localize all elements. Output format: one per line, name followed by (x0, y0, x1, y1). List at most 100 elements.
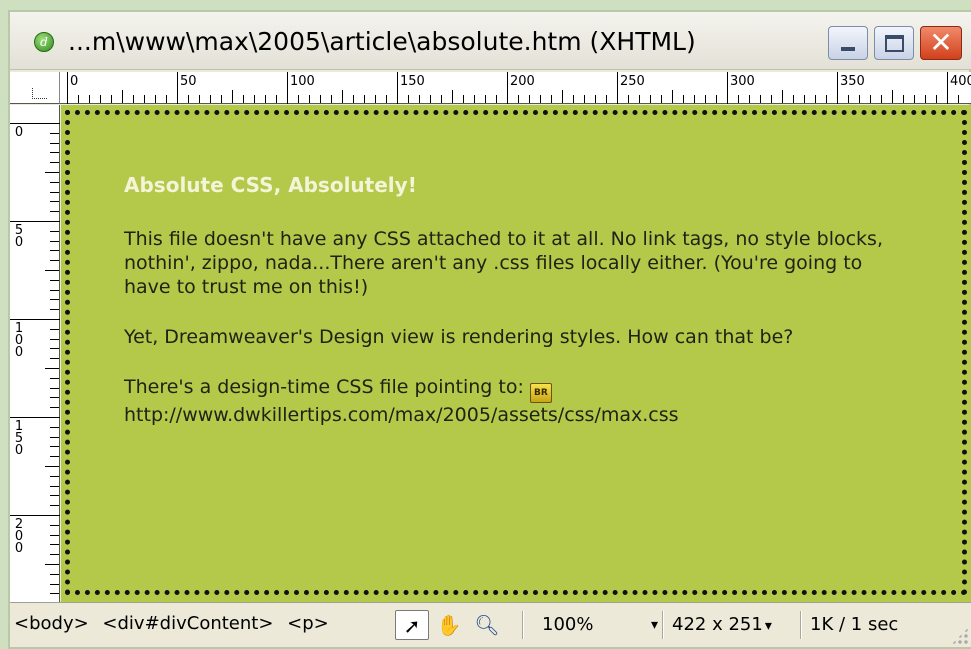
close-button[interactable]: ✕ (920, 26, 962, 60)
ruler-tick (639, 95, 640, 103)
ruler-tick (848, 95, 849, 103)
tag-body[interactable]: <body> (14, 613, 89, 634)
ruler-tick (331, 95, 332, 103)
ruler-tick (738, 95, 739, 103)
ruler-major-tick (507, 72, 508, 104)
ruler-tick (243, 95, 244, 103)
paragraph-no-css: This file doesn't have any CSS attached … (124, 228, 883, 298)
ruler-tick (199, 95, 200, 103)
ruler-tick (50, 211, 59, 213)
title-bar[interactable]: d ...m\www\max\2005\article\absolute.htm… (10, 12, 971, 70)
ruler-tick (903, 95, 904, 103)
ruler-tick (309, 95, 310, 103)
ruler-tick (45, 564, 59, 565)
ruler-tick (551, 95, 552, 103)
ruler-tick (50, 240, 59, 242)
div-content[interactable]: Absolute CSS, Absolutely! This file does… (65, 110, 967, 595)
ruler-label: 0 (14, 541, 24, 556)
ruler-tick (50, 475, 59, 477)
zoom-select[interactable]: 100% ▾ (532, 611, 662, 639)
ruler-tick (375, 95, 376, 103)
tag-selector: <body> <div#divContent> <p> (14, 613, 337, 634)
ruler-tick (100, 95, 101, 103)
chevron-down-icon: ▾ (764, 618, 772, 634)
ruler-origin[interactable] (10, 72, 60, 104)
ruler-tick (925, 95, 926, 103)
ruler-tick (50, 201, 59, 203)
ruler-tick (936, 95, 937, 103)
hand-tool-button[interactable]: ✋ (432, 610, 466, 640)
select-tool-button[interactable]: ➚ (395, 610, 429, 640)
ruler-tick (518, 95, 519, 103)
tag-div-content[interactable]: <div#divContent> (102, 613, 273, 634)
design-time-note: There's a design-time CSS file pointing … (124, 376, 524, 398)
resize-grip[interactable] (951, 627, 969, 645)
ruler-tick (826, 95, 827, 103)
document-window: d ...m\www\max\2005\article\absolute.htm… (8, 10, 971, 649)
separator (662, 611, 664, 639)
ruler-tick (452, 90, 453, 103)
ruler-label: 0 (14, 125, 24, 140)
ruler-major-tick (287, 72, 288, 104)
ruler-tick (50, 162, 59, 164)
ruler-tick (441, 95, 442, 103)
ruler-tick (254, 95, 255, 103)
ruler-tick (50, 446, 59, 448)
ruler-tick (50, 348, 59, 350)
design-view[interactable]: Absolute CSS, Absolutely! This file does… (61, 105, 971, 602)
ruler-tick (232, 90, 233, 103)
chevron-down-icon: ▾ (650, 617, 658, 633)
ruler-tick (50, 407, 59, 409)
ruler-major-tick (727, 72, 728, 104)
ruler-tick (793, 95, 794, 103)
ruler-label: 150 (400, 74, 425, 89)
ruler-major-tick (837, 72, 838, 104)
ruler-tick (749, 95, 750, 103)
ruler-label: 50 (180, 74, 197, 89)
ruler-tick (50, 309, 59, 311)
ruler-tick (45, 368, 59, 369)
magnifier-icon: 🔍︎ (474, 613, 500, 637)
ruler-tick (573, 95, 574, 103)
horizontal-ruler[interactable]: 0 50 100 150 200 250 300 350 400 (10, 72, 971, 104)
ruler-tick (881, 95, 882, 103)
ruler-tick (650, 95, 651, 103)
ruler-tick (50, 426, 59, 428)
ruler-tick (496, 95, 497, 103)
ruler-tick (45, 466, 59, 467)
ruler-tick (50, 495, 59, 497)
ruler-label: 350 (840, 74, 865, 89)
ruler-tick (50, 230, 59, 232)
tag-p[interactable]: <p> (287, 613, 329, 634)
ruler-tick (870, 95, 871, 103)
ruler-tick (89, 95, 90, 103)
ruler-tick (50, 505, 59, 507)
ruler-tick (144, 95, 145, 103)
vertical-ruler[interactable]: 050100150200 (10, 105, 60, 602)
ruler-label: 0 (14, 235, 24, 250)
paragraph-rendering-styles: Yet, Dreamweaver's Design view is render… (124, 326, 794, 348)
ruler-tick (50, 250, 59, 252)
minimize-button[interactable] (828, 26, 868, 60)
download-size: 1K / 1 sec (810, 614, 899, 635)
ruler-tick (50, 328, 59, 330)
ruler-tick (804, 95, 805, 103)
maximize-button[interactable] (874, 26, 914, 60)
ruler-tick (914, 95, 915, 103)
ruler-tick (122, 90, 123, 103)
window-size-select[interactable]: 422 x 251 ▾ (668, 611, 798, 639)
ruler-tick (50, 524, 59, 526)
zoom-tool-button[interactable]: 🔍︎ (470, 610, 504, 640)
ruler-tick (463, 95, 464, 103)
design-time-css-icon[interactable]: BR (529, 383, 552, 403)
ruler-major-tick (10, 221, 60, 222)
ruler-tick (50, 142, 59, 144)
ruler-tick (628, 95, 629, 103)
content-body: Absolute CSS, Absolutely! This file does… (124, 173, 904, 427)
separator (800, 611, 802, 639)
window-size-value: 422 x 251 (672, 614, 763, 635)
ruler-major-tick (397, 72, 398, 104)
ruler-tick (265, 95, 266, 103)
ruler-tick (78, 95, 79, 103)
ruler-tick (694, 95, 695, 103)
